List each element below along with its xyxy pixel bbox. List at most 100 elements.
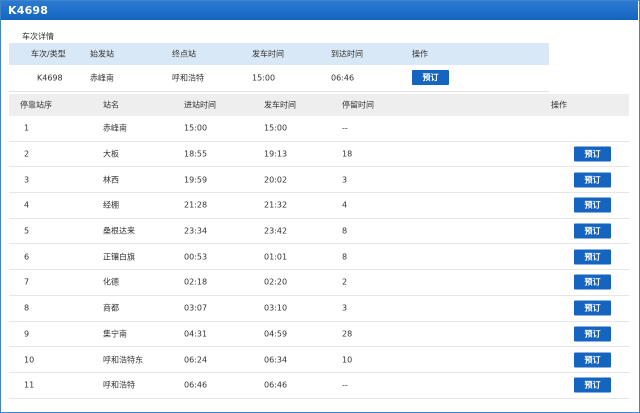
departure-time: 19:13 bbox=[264, 149, 288, 159]
train-info-row: K4698 赤峰南 呼和浩特 15:00 06:46 预订 bbox=[9, 65, 549, 91]
col-station-name: 站名 bbox=[103, 100, 119, 110]
col-terminal: 终点站 bbox=[172, 49, 196, 59]
book-button[interactable]: 预订 bbox=[574, 300, 611, 316]
arrival-time: 19:59 bbox=[184, 175, 208, 185]
book-button[interactable]: 预订 bbox=[574, 172, 611, 188]
book-button[interactable]: 预订 bbox=[574, 249, 611, 265]
arrival-time: 03:07 bbox=[184, 303, 208, 313]
departure-time: 20:02 bbox=[264, 175, 288, 185]
station-name: 商都 bbox=[103, 303, 119, 313]
table-row: 6 正镶白旗 00:53 01:01 8 预订 bbox=[9, 244, 629, 271]
book-button[interactable]: 预订 bbox=[412, 70, 449, 85]
arrival-time: 21:28 bbox=[184, 200, 208, 210]
table-row: 5 桑根达来 23:34 23:42 8 预订 bbox=[9, 219, 629, 245]
col-action: 操作 bbox=[412, 49, 428, 59]
departure-time: 23:42 bbox=[264, 226, 288, 236]
stop-seq: 10 bbox=[24, 355, 35, 365]
table-row: 11 呼和浩特 06:46 06:46 -- 预订 bbox=[9, 373, 629, 399]
col-stay-time: 停留时间 bbox=[342, 100, 374, 110]
stop-seq: 6 bbox=[24, 252, 30, 262]
stop-seq: 9 bbox=[24, 329, 30, 339]
table-row: 1 赤峰南 15:00 15:00 -- bbox=[9, 116, 629, 142]
book-button[interactable]: 预订 bbox=[574, 377, 611, 393]
arrival-time: 06:46 bbox=[184, 380, 208, 390]
divider bbox=[9, 91, 549, 92]
departure-time: 06:46 bbox=[264, 380, 288, 390]
col-depart-time: 发车时间 bbox=[252, 49, 284, 59]
stay-time: -- bbox=[342, 380, 348, 390]
col-stop-action: 操作 bbox=[551, 100, 567, 110]
stop-seq: 1 bbox=[24, 123, 30, 133]
table-row: 4 经棚 21:28 21:32 4 预订 bbox=[9, 193, 629, 219]
departure-time: 02:20 bbox=[264, 277, 288, 287]
title-bar: K4698 bbox=[1, 1, 638, 20]
table-row: 3 林西 19:59 20:02 3 预订 bbox=[9, 167, 629, 194]
col-origin: 始发站 bbox=[90, 49, 114, 59]
col-arrive-time: 到达时间 bbox=[331, 49, 363, 59]
station-name: 集宁南 bbox=[103, 329, 127, 339]
stay-time: 2 bbox=[342, 277, 348, 287]
terminal-station: 呼和浩特 bbox=[172, 73, 204, 83]
window-title: K4698 bbox=[8, 4, 49, 17]
arrival-time: 23:34 bbox=[184, 226, 208, 236]
stay-time: -- bbox=[342, 123, 348, 133]
station-name: 呼和浩特 bbox=[103, 380, 135, 390]
stop-seq: 2 bbox=[24, 149, 30, 159]
stay-time: 3 bbox=[342, 175, 348, 185]
departure-time: 21:32 bbox=[264, 200, 288, 210]
stay-time: 8 bbox=[342, 226, 348, 236]
stay-time: 18 bbox=[342, 149, 353, 159]
stop-seq: 7 bbox=[24, 277, 30, 287]
departure-time: 06:34 bbox=[264, 355, 288, 365]
station-name: 桑根达来 bbox=[103, 226, 135, 236]
section-title: 车次详情 bbox=[22, 32, 54, 41]
depart-time: 15:00 bbox=[252, 73, 276, 83]
stop-seq: 4 bbox=[24, 200, 30, 210]
station-name: 呼和浩特东 bbox=[103, 355, 143, 365]
station-name: 大板 bbox=[103, 149, 119, 159]
book-button[interactable]: 预订 bbox=[574, 146, 611, 162]
stay-time: 8 bbox=[342, 252, 348, 262]
stop-seq: 11 bbox=[24, 380, 35, 390]
book-button[interactable]: 预订 bbox=[574, 197, 611, 213]
arrival-time: 00:53 bbox=[184, 252, 208, 262]
station-name: 经棚 bbox=[103, 200, 119, 210]
book-button[interactable]: 预订 bbox=[574, 274, 611, 290]
station-name: 林西 bbox=[103, 175, 119, 185]
train-info-header: 车次/类型 始发站 终点站 发车时间 到达时间 操作 bbox=[9, 43, 549, 65]
stops-table-header: 停靠站序 站名 进站时间 发车时间 停留时间 操作 bbox=[9, 94, 629, 116]
stop-seq: 3 bbox=[24, 175, 30, 185]
book-button[interactable]: 预订 bbox=[574, 326, 611, 342]
arrival-time: 18:55 bbox=[184, 149, 208, 159]
arrival-time: 02:18 bbox=[184, 277, 208, 287]
book-button[interactable]: 预订 bbox=[574, 223, 611, 239]
station-name: 赤峰南 bbox=[103, 123, 127, 133]
origin-station: 赤峰南 bbox=[90, 73, 114, 83]
table-row: 2 大板 18:55 19:13 18 预订 bbox=[9, 142, 629, 168]
stop-seq: 8 bbox=[24, 303, 30, 313]
col-train-type: 车次/类型 bbox=[31, 49, 66, 59]
col-stop-seq: 停靠站序 bbox=[20, 100, 52, 110]
stay-time: 10 bbox=[342, 355, 353, 365]
train-number: K4698 bbox=[37, 73, 63, 83]
table-row: 9 集宁南 04:31 04:59 28 预订 bbox=[9, 322, 629, 348]
stay-time: 3 bbox=[342, 303, 348, 313]
arrival-time: 15:00 bbox=[184, 123, 208, 133]
arrival-time: 06:24 bbox=[184, 355, 208, 365]
table-row: 7 化德 02:18 02:20 2 预订 bbox=[9, 270, 629, 296]
stop-seq: 5 bbox=[24, 226, 30, 236]
book-button[interactable]: 预订 bbox=[574, 352, 611, 368]
station-name: 化德 bbox=[103, 277, 119, 287]
arrive-time: 06:46 bbox=[331, 73, 355, 83]
departure-time: 01:01 bbox=[264, 252, 288, 262]
table-row: 10 呼和浩特东 06:24 06:34 10 预订 bbox=[9, 347, 629, 373]
stay-time: 28 bbox=[342, 329, 353, 339]
table-row: 8 商都 03:07 03:10 3 预订 bbox=[9, 296, 629, 322]
col-departure-time: 发车时间 bbox=[264, 100, 296, 110]
departure-time: 03:10 bbox=[264, 303, 288, 313]
arrival-time: 04:31 bbox=[184, 329, 208, 339]
col-arrival-time: 进站时间 bbox=[184, 100, 216, 110]
station-name: 正镶白旗 bbox=[103, 252, 135, 262]
stops-table-body: 1 赤峰南 15:00 15:00 -- 2 大板 18:55 19:13 18 预订 3 林西 19:5… bbox=[9, 116, 629, 399]
departure-time: 15:00 bbox=[264, 123, 288, 133]
